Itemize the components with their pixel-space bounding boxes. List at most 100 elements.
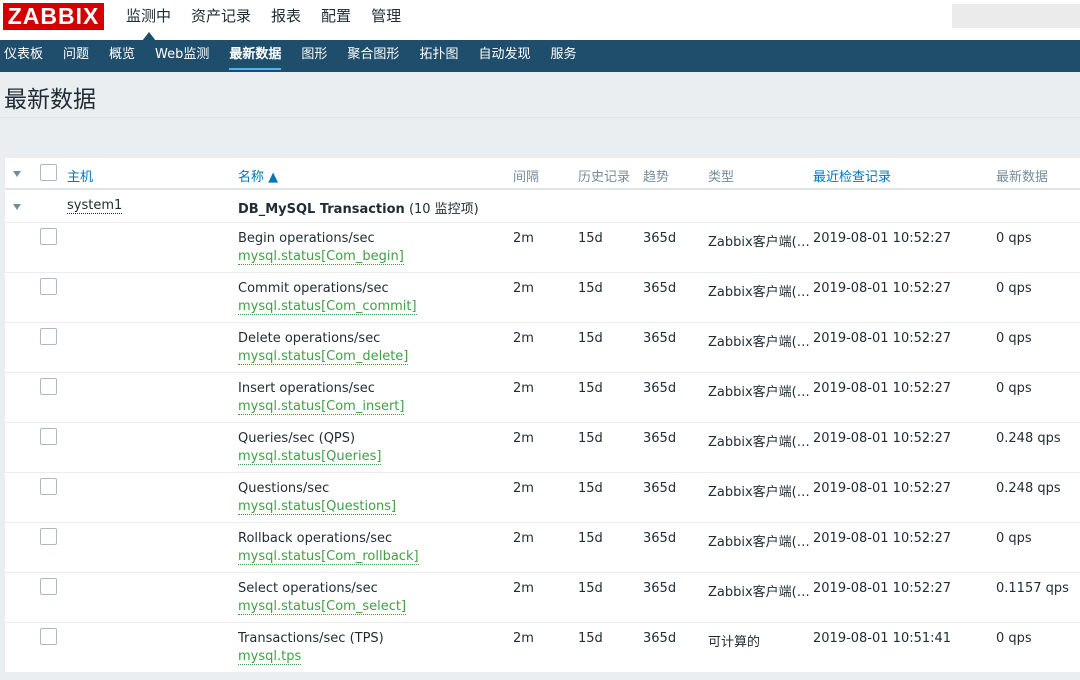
submenu-item-discovery[interactable]: 自动发现 (478, 40, 530, 72)
menu-item-administration[interactable]: 管理 (361, 0, 411, 40)
item-last-check: 2019-08-01 10:52:27 (813, 581, 952, 596)
submenu-item-services[interactable]: 服务 (550, 40, 576, 72)
header-last-check[interactable]: 最近检查记录 (813, 166, 891, 185)
item-interval: 2m (513, 631, 534, 646)
table-row: Select operations/sec mysql.status[Com_se… (5, 573, 1080, 623)
item-trends: 365d (643, 431, 677, 446)
item-name: Begin operations/sec (238, 231, 375, 246)
item-last-value: 0 qps (996, 631, 1032, 646)
item-trends: 365d (643, 281, 677, 296)
item-trends: 365d (643, 381, 677, 396)
table-row: Queries/sec (QPS) mysql.status[Queries] 2m… (5, 423, 1080, 473)
sub-menu: 仪表板 问题 概览 Web监测 最新数据 图形 聚合图形 拓扑图 自动发现 服务 (0, 40, 1080, 72)
item-key[interactable]: mysql.status[Com_begin] (238, 250, 404, 265)
submenu-item-screens[interactable]: 聚合图形 (347, 40, 399, 72)
row-checkbox[interactable] (40, 378, 57, 395)
item-history: 15d (578, 481, 603, 496)
item-key[interactable]: mysql.tps (238, 650, 302, 665)
submenu-item-maps[interactable]: 拓扑图 (419, 40, 458, 72)
collapse-group-icon[interactable] (13, 204, 21, 210)
item-name: Insert operations/sec (238, 381, 375, 396)
item-key[interactable]: mysql.status[Com_delete] (238, 350, 409, 365)
item-key[interactable]: mysql.status[Com_insert] (238, 400, 405, 415)
item-last-value: 0 qps (996, 331, 1032, 346)
menu-item-configuration[interactable]: 配置 (311, 0, 361, 40)
submenu-item-dashboard[interactable]: 仪表板 (4, 40, 43, 72)
item-trends: 365d (643, 631, 677, 646)
item-last-check: 2019-08-01 10:52:27 (813, 331, 952, 346)
menu-item-reports[interactable]: 报表 (261, 0, 311, 40)
latest-data-table: 主机 名称 ▲ 间隔 历史记录 趋势 类型 最近检查记录 最新数据 system… (5, 158, 1080, 673)
row-checkbox[interactable] (40, 628, 57, 645)
row-checkbox[interactable] (40, 328, 57, 345)
item-history: 15d (578, 281, 603, 296)
table-row: Insert operations/sec mysql.status[Com_in… (5, 373, 1080, 423)
item-history: 15d (578, 431, 603, 446)
collapse-all-icon[interactable] (13, 171, 21, 177)
item-key[interactable]: mysql.status[Com_select] (238, 600, 407, 615)
item-name: Transactions/sec (TPS) (238, 631, 384, 646)
item-type: Zabbix客户端(… (708, 435, 810, 450)
item-history: 15d (578, 231, 603, 246)
item-type: Zabbix客户端(… (708, 585, 810, 600)
item-name: Rollback operations/sec (238, 531, 393, 546)
item-last-value: 0.1157 qps (996, 581, 1069, 596)
item-name: Select operations/sec (238, 581, 378, 596)
submenu-item-overview[interactable]: 概览 (109, 40, 135, 72)
submenu-item-graphs[interactable]: 图形 (301, 40, 327, 72)
item-last-check: 2019-08-01 10:52:27 (813, 531, 952, 546)
item-interval: 2m (513, 431, 534, 446)
menu-item-monitoring[interactable]: 监测中 (116, 0, 181, 41)
host-link[interactable]: system1 (67, 199, 123, 214)
item-interval: 2m (513, 581, 534, 596)
page-title: 最新数据 (4, 87, 96, 113)
item-rows: Begin operations/sec mysql.status[Com_beg… (5, 223, 1080, 673)
zabbix-logo[interactable]: ZABBIX (3, 3, 104, 30)
item-interval: 2m (513, 331, 534, 346)
item-trends: 365d (643, 581, 677, 596)
item-last-value: 0.248 qps (996, 481, 1061, 496)
item-type: 可计算的 (708, 635, 761, 650)
menu-item-inventory[interactable]: 资产记录 (181, 0, 261, 40)
item-name: Commit operations/sec (238, 281, 389, 296)
row-checkbox[interactable] (40, 578, 57, 595)
item-last-value: 0 qps (996, 231, 1032, 246)
search-input[interactable] (952, 4, 1080, 28)
header-name[interactable]: 名称 ▲ (238, 166, 278, 185)
item-trends: 365d (643, 531, 677, 546)
row-checkbox[interactable] (40, 228, 57, 245)
submenu-item-problems[interactable]: 问题 (63, 40, 89, 72)
select-all-checkbox[interactable] (40, 164, 57, 181)
item-type: Zabbix客户端(… (708, 385, 810, 400)
row-checkbox[interactable] (40, 528, 57, 545)
table-row: Commit operations/sec mysql.status[Com_co… (5, 273, 1080, 323)
item-key[interactable]: mysql.status[Questions] (238, 500, 397, 515)
table-row: Rollback operations/sec mysql.status[Com_… (5, 523, 1080, 573)
item-last-check: 2019-08-01 10:52:27 (813, 281, 952, 296)
submenu-item-latest-data[interactable]: 最新数据 (229, 40, 282, 72)
row-checkbox[interactable] (40, 478, 57, 495)
item-trends: 365d (643, 331, 677, 346)
item-name: Questions/sec (238, 481, 330, 496)
item-last-check: 2019-08-01 10:51:41 (813, 631, 952, 646)
submenu-item-web[interactable]: Web监测 (155, 40, 209, 72)
item-key[interactable]: mysql.status[Queries] (238, 450, 382, 465)
row-checkbox[interactable] (40, 428, 57, 445)
application-group-row: system1 DB_MySQL Transaction (10 监控项) (5, 190, 1080, 223)
item-key[interactable]: mysql.status[Com_rollback] (238, 550, 419, 565)
header-host[interactable]: 主机 (67, 166, 93, 185)
item-last-value: 0 qps (996, 281, 1032, 296)
item-type: Zabbix客户端(… (708, 485, 810, 500)
item-last-check: 2019-08-01 10:52:27 (813, 481, 952, 496)
filter-area (0, 117, 1080, 158)
item-key[interactable]: mysql.status[Com_commit] (238, 300, 417, 315)
item-interval: 2m (513, 231, 534, 246)
item-history: 15d (578, 531, 603, 546)
row-checkbox[interactable] (40, 278, 57, 295)
item-trends: 365d (643, 481, 677, 496)
item-interval: 2m (513, 381, 534, 396)
item-type: Zabbix客户端(… (708, 335, 810, 350)
table-header: 主机 名称 ▲ 间隔 历史记录 趋势 类型 最近检查记录 最新数据 (5, 158, 1080, 190)
header-last-value: 最新数据 (996, 170, 1049, 185)
application-name: DB_MySQL Transaction (10 监控项) (238, 202, 479, 217)
